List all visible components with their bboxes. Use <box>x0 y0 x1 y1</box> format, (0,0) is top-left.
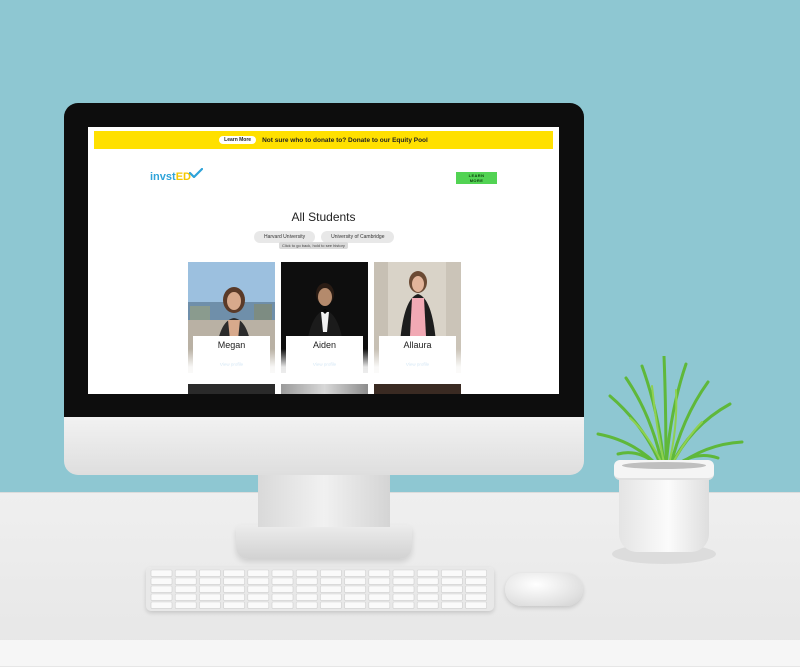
keyboard-key <box>150 577 173 585</box>
keyboard-key <box>320 569 342 577</box>
keyboard-key <box>320 601 342 609</box>
keyboard-key <box>247 593 270 601</box>
keyboard-key <box>199 601 221 609</box>
keyboard-key <box>441 585 463 593</box>
next-card-preview[interactable] <box>374 384 461 394</box>
keyboard-key <box>368 569 391 577</box>
keyboard-key <box>295 593 318 601</box>
keyboard-key <box>465 593 487 601</box>
keyboard-key <box>392 585 415 593</box>
keyboard-key <box>344 569 366 577</box>
keyboard-key <box>295 601 318 609</box>
learn-more-button[interactable]: LEARN MORE <box>456 172 497 184</box>
keyboard-key <box>392 593 415 601</box>
keyboard-key <box>368 593 391 601</box>
keyboard-key <box>271 577 294 585</box>
keyboard-key <box>150 569 173 577</box>
tooltip: Click to go back, hold to see history <box>279 242 348 249</box>
keyboard-key <box>392 577 415 585</box>
monitor-foot <box>236 525 412 559</box>
keyboard-key <box>344 577 366 585</box>
keyboard-key <box>344 585 366 593</box>
keyboard-key <box>174 569 197 577</box>
keyboard-key <box>416 577 439 585</box>
keyboard-key <box>392 569 415 577</box>
keyboard-key <box>441 601 463 609</box>
keyboard <box>146 567 494 611</box>
keyboard-key <box>247 569 270 577</box>
keyboard-key <box>441 593 463 601</box>
keyboard-key <box>199 569 221 577</box>
keyboard-key <box>150 593 173 601</box>
keyboard-key <box>150 601 173 609</box>
keyboard-key <box>199 585 221 593</box>
keyboard-key <box>320 593 342 601</box>
keyboard-key <box>199 593 221 601</box>
keyboard-key <box>174 593 197 601</box>
monitor-chin <box>64 417 584 475</box>
banner-text: Not sure who to donate to? Donate to our… <box>262 136 428 144</box>
keyboard-key <box>416 601 439 609</box>
keyboard-key <box>223 585 245 593</box>
keyboard-key <box>368 585 391 593</box>
keyboard-key <box>295 577 318 585</box>
keyboard-key <box>416 593 439 601</box>
keyboard-key <box>174 577 197 585</box>
keyboard-key <box>416 585 439 593</box>
desk-edge <box>0 640 800 666</box>
check-icon <box>189 168 203 178</box>
promo-banner: Learn More Not sure who to donate to? Do… <box>94 131 553 149</box>
keyboard-key <box>295 585 318 593</box>
keyboard-key <box>368 601 391 609</box>
site-logo[interactable]: invst ED <box>150 168 203 183</box>
keyboard-key <box>465 585 487 593</box>
keyboard-key <box>465 601 487 609</box>
keyboard-key <box>150 585 173 593</box>
keyboard-key <box>247 601 270 609</box>
keyboard-key <box>441 569 463 577</box>
keyboard-key <box>174 601 197 609</box>
mouse <box>505 573 583 606</box>
pot-soil <box>622 462 706 469</box>
keyboard-key <box>223 601 245 609</box>
keyboard-key <box>441 577 463 585</box>
keyboard-key <box>199 577 221 585</box>
keyboard-key <box>465 577 487 585</box>
keyboard-key <box>465 569 487 577</box>
keyboard-key <box>320 577 342 585</box>
keyboard-key <box>271 601 294 609</box>
desk-scene: Learn More Not sure who to donate to? Do… <box>0 0 800 667</box>
keyboard-key <box>223 577 245 585</box>
keyboard-key <box>271 593 294 601</box>
keyboard-key <box>416 569 439 577</box>
page-title: All Students <box>291 210 356 224</box>
keyboard-key <box>392 601 415 609</box>
next-card-preview[interactable] <box>281 384 368 394</box>
keyboard-key <box>223 569 245 577</box>
keyboard-key <box>344 593 366 601</box>
monitor-stand <box>258 475 390 527</box>
keyboard-key <box>247 577 270 585</box>
monitor-screen: Learn More Not sure who to donate to? Do… <box>88 127 559 394</box>
keyboard-key <box>295 569 318 577</box>
keyboard-key <box>271 585 294 593</box>
keyboard-key <box>247 585 270 593</box>
keyboard-key <box>368 577 391 585</box>
keyboard-key <box>271 569 294 577</box>
plant-leaves <box>596 356 744 470</box>
keyboard-key <box>223 593 245 601</box>
keyboard-key <box>344 601 366 609</box>
banner-learn-more-button[interactable]: Learn More <box>219 136 257 144</box>
keyboard-key <box>174 585 197 593</box>
next-card-preview[interactable] <box>188 384 275 394</box>
keyboard-key <box>320 585 342 593</box>
logo-text-invst: invst <box>150 171 176 183</box>
